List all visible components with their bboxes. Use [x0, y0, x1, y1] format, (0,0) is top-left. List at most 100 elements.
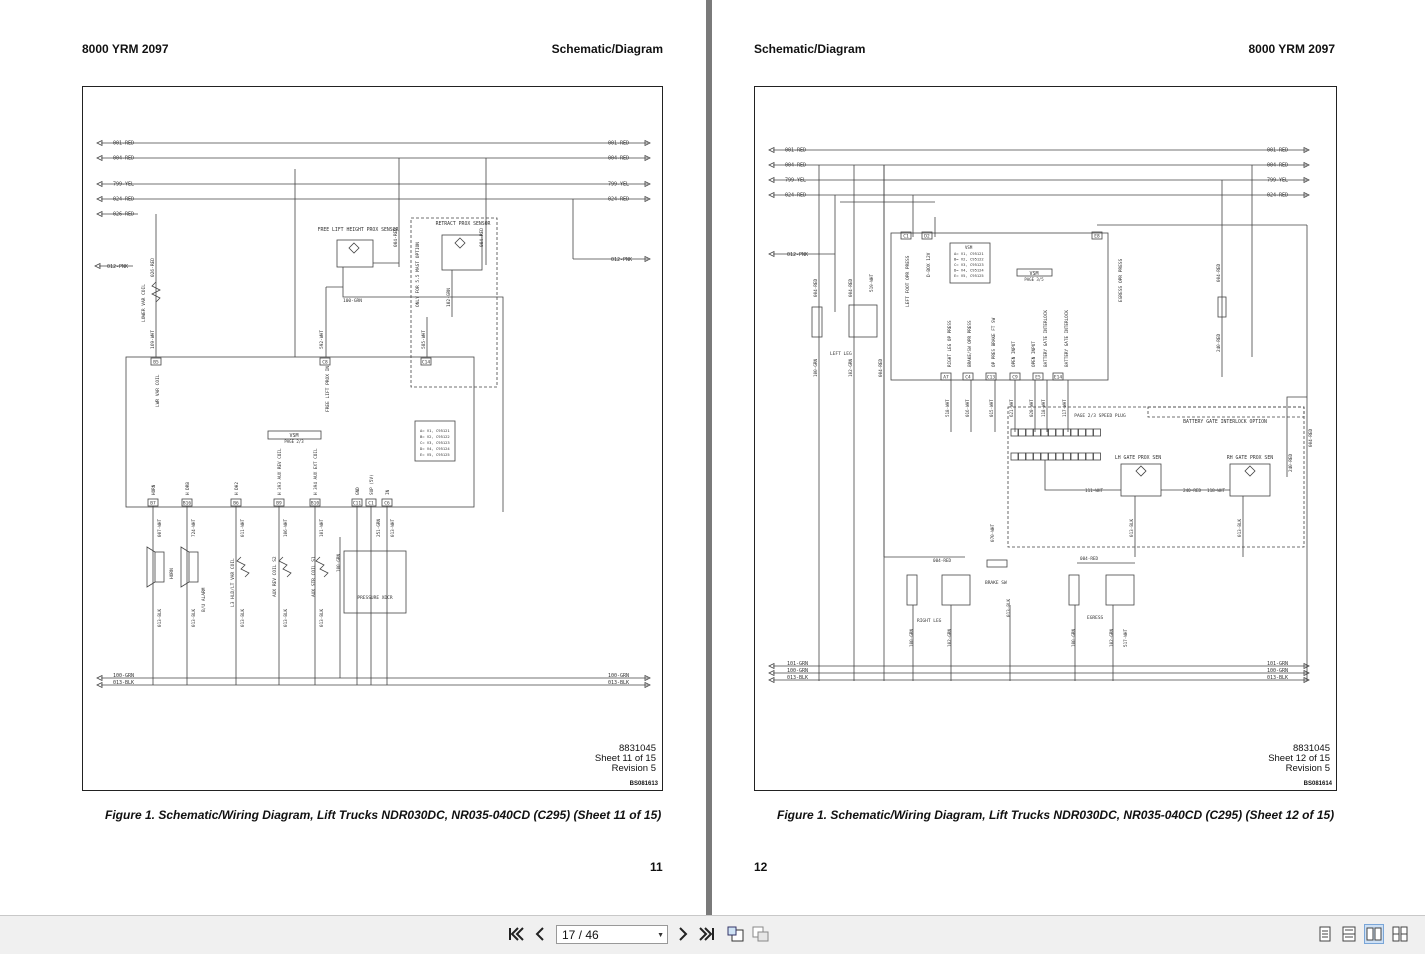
- right-leg-switch: [906, 574, 918, 606]
- connector-pin: [1085, 428, 1094, 437]
- sensor-icon: [348, 242, 360, 254]
- vsm-table-row: D= V4, C95124: [420, 446, 450, 451]
- wire-label: 004-RED: [785, 163, 806, 169]
- connector-pin: [1018, 428, 1026, 437]
- wire-label: 013-BLK: [1237, 518, 1243, 537]
- revision: Revision 5: [611, 763, 656, 774]
- pin-label: BRAKE/SW OPR PRESS: [967, 320, 973, 367]
- sensor-label: LH GATE PROX SEN: [1115, 455, 1161, 461]
- first-page-icon[interactable]: [506, 924, 526, 944]
- wire-label: 101-GRN: [787, 661, 808, 667]
- wire-label: 004-RED: [113, 156, 134, 162]
- pin-label: EGRESS OPR PRESS: [1118, 258, 1124, 302]
- connector-pin: [1033, 428, 1041, 437]
- pin-label: IN: [385, 489, 391, 495]
- schematic-diagram: 001-RED 001-RED 004-RED 004-RED 799-YEL 799-Y…: [768, 146, 1314, 684]
- next-page-icon[interactable]: [673, 924, 693, 944]
- device-label: AUX STR COIL S1: [311, 556, 317, 597]
- connector-label: C11: [353, 501, 361, 507]
- device-label: PRESSURE XDCR: [357, 595, 393, 601]
- page-number-select[interactable]: 17 / 46 ▼: [556, 925, 668, 944]
- continuous-icon[interactable]: [1339, 924, 1359, 944]
- left-leg-switch: [811, 306, 823, 338]
- wire-label: 799-YEL: [113, 182, 134, 188]
- connector-label: C13: [987, 375, 995, 381]
- wire-label: 015-WHT: [989, 399, 994, 417]
- alarm-icon: [188, 551, 199, 583]
- coil-symbol: [315, 556, 329, 578]
- wire-label: 024-RED: [785, 193, 806, 199]
- prev-page-icon[interactable]: [530, 924, 550, 944]
- schematic-diagram: 001-RED 001-RED 004-RED 004-RED 799-YEL 799-Y…: [94, 139, 651, 689]
- vsm-table-row: B= V2, C95122: [420, 434, 450, 439]
- connector-pin: [1033, 452, 1041, 461]
- pin-label: BATTERY GATE INTERLOCK: [1043, 310, 1049, 367]
- connector-pin: [1063, 452, 1071, 461]
- connector-label: E8: [1094, 234, 1100, 240]
- wire-label: 001-RED: [1267, 148, 1288, 154]
- connector-label: B5: [153, 360, 159, 366]
- rotate-icon[interactable]: [726, 924, 746, 944]
- last-page-icon[interactable]: [697, 924, 717, 944]
- wire-label: 020-WHT: [1029, 399, 1034, 417]
- pin-label: H DRB: [185, 482, 191, 495]
- brake-switch: [986, 559, 1008, 568]
- connector-pin: [1018, 452, 1026, 461]
- wire-label: 102-GRN: [947, 628, 953, 647]
- coil-symbol: [236, 556, 250, 578]
- pin-label: LEFT FOOT OPR PRESS: [905, 255, 911, 307]
- wire-label: 004-RED: [1267, 163, 1288, 169]
- horn-icon: [146, 546, 156, 588]
- wire-label: 004-RED: [1216, 263, 1222, 282]
- connector-label: B10: [311, 501, 319, 507]
- wire-label: 013-BLK: [157, 608, 163, 627]
- wire-label: 026-RED: [113, 212, 134, 218]
- page-indicator: 17 / 46: [562, 928, 599, 942]
- figure-caption: Figure 1. Schematic/Wiring Diagram, Lift…: [777, 808, 1335, 822]
- wire-label: 519-WHT: [869, 273, 875, 292]
- connector-pin: [1070, 452, 1079, 461]
- wire-label: 100-GRN: [813, 358, 819, 377]
- two-page-icon[interactable]: [1364, 924, 1384, 944]
- wire-label: 240-RED: [1183, 488, 1202, 494]
- wire-label: 012-PNK: [107, 264, 128, 270]
- connector-label: C1: [903, 234, 909, 240]
- vsm-table-row: A= V1, C95121: [420, 428, 450, 433]
- wire-label: 013-BLK: [787, 675, 808, 681]
- connector-label: C8: [322, 360, 328, 366]
- vsm-table-row: E= V5, C95125: [954, 273, 984, 278]
- wire-label: 013-BLK: [191, 608, 197, 627]
- sheet-info: 8831045 Sheet 12 of 15 Revision 5: [1268, 744, 1330, 774]
- prox-sensor: [1120, 463, 1162, 497]
- wire: [1044, 460, 1121, 491]
- connector-label: C14: [422, 360, 430, 366]
- chevron-down-icon: ▼: [657, 932, 664, 939]
- pin-label: OPEN INPUT: [1011, 341, 1017, 367]
- pin-label: LWR VAR COIL: [155, 374, 161, 407]
- pressure-xdcr: [343, 550, 407, 614]
- connector-label: C1: [368, 501, 374, 507]
- single-page-icon[interactable]: [1315, 924, 1335, 944]
- rec-relay: [1105, 574, 1135, 606]
- wire-label: 100-GRN: [1071, 628, 1077, 647]
- schematic-frame: 001-RED 001-RED 004-RED 004-RED 799-YEL 799-Y…: [754, 86, 1337, 791]
- page-header-left: 8000 YRM 2097: [82, 42, 169, 56]
- connector-pin: [1010, 452, 1019, 461]
- vsm-page: PAGE 2/3: [284, 439, 304, 444]
- wire-label: 518-WHT: [945, 399, 950, 417]
- horn-icon: [154, 551, 165, 583]
- pin-label: H DH2: [234, 482, 240, 495]
- sensor-label: FREE LIFT HEIGHT PROX SENSOR: [318, 227, 399, 233]
- wire-label: 117-WHT: [1062, 399, 1067, 417]
- fit-icon[interactable]: [751, 924, 771, 944]
- wire-label: 004-RED: [479, 228, 485, 247]
- connector-pin: [1093, 452, 1101, 461]
- connector-label: C6: [384, 501, 390, 507]
- connector-pin: [1063, 428, 1071, 437]
- wire-label: 102-GRN: [848, 358, 854, 377]
- wire-label: 100-GRN: [1267, 668, 1288, 674]
- vsm-table-row: B= V2, C95122: [954, 257, 984, 262]
- sheet-info: 8831045 Sheet 11 of 15 Revision 5: [595, 744, 656, 774]
- wire-label: 799-YEL: [785, 178, 806, 184]
- two-page-continuous-icon[interactable]: [1390, 924, 1410, 944]
